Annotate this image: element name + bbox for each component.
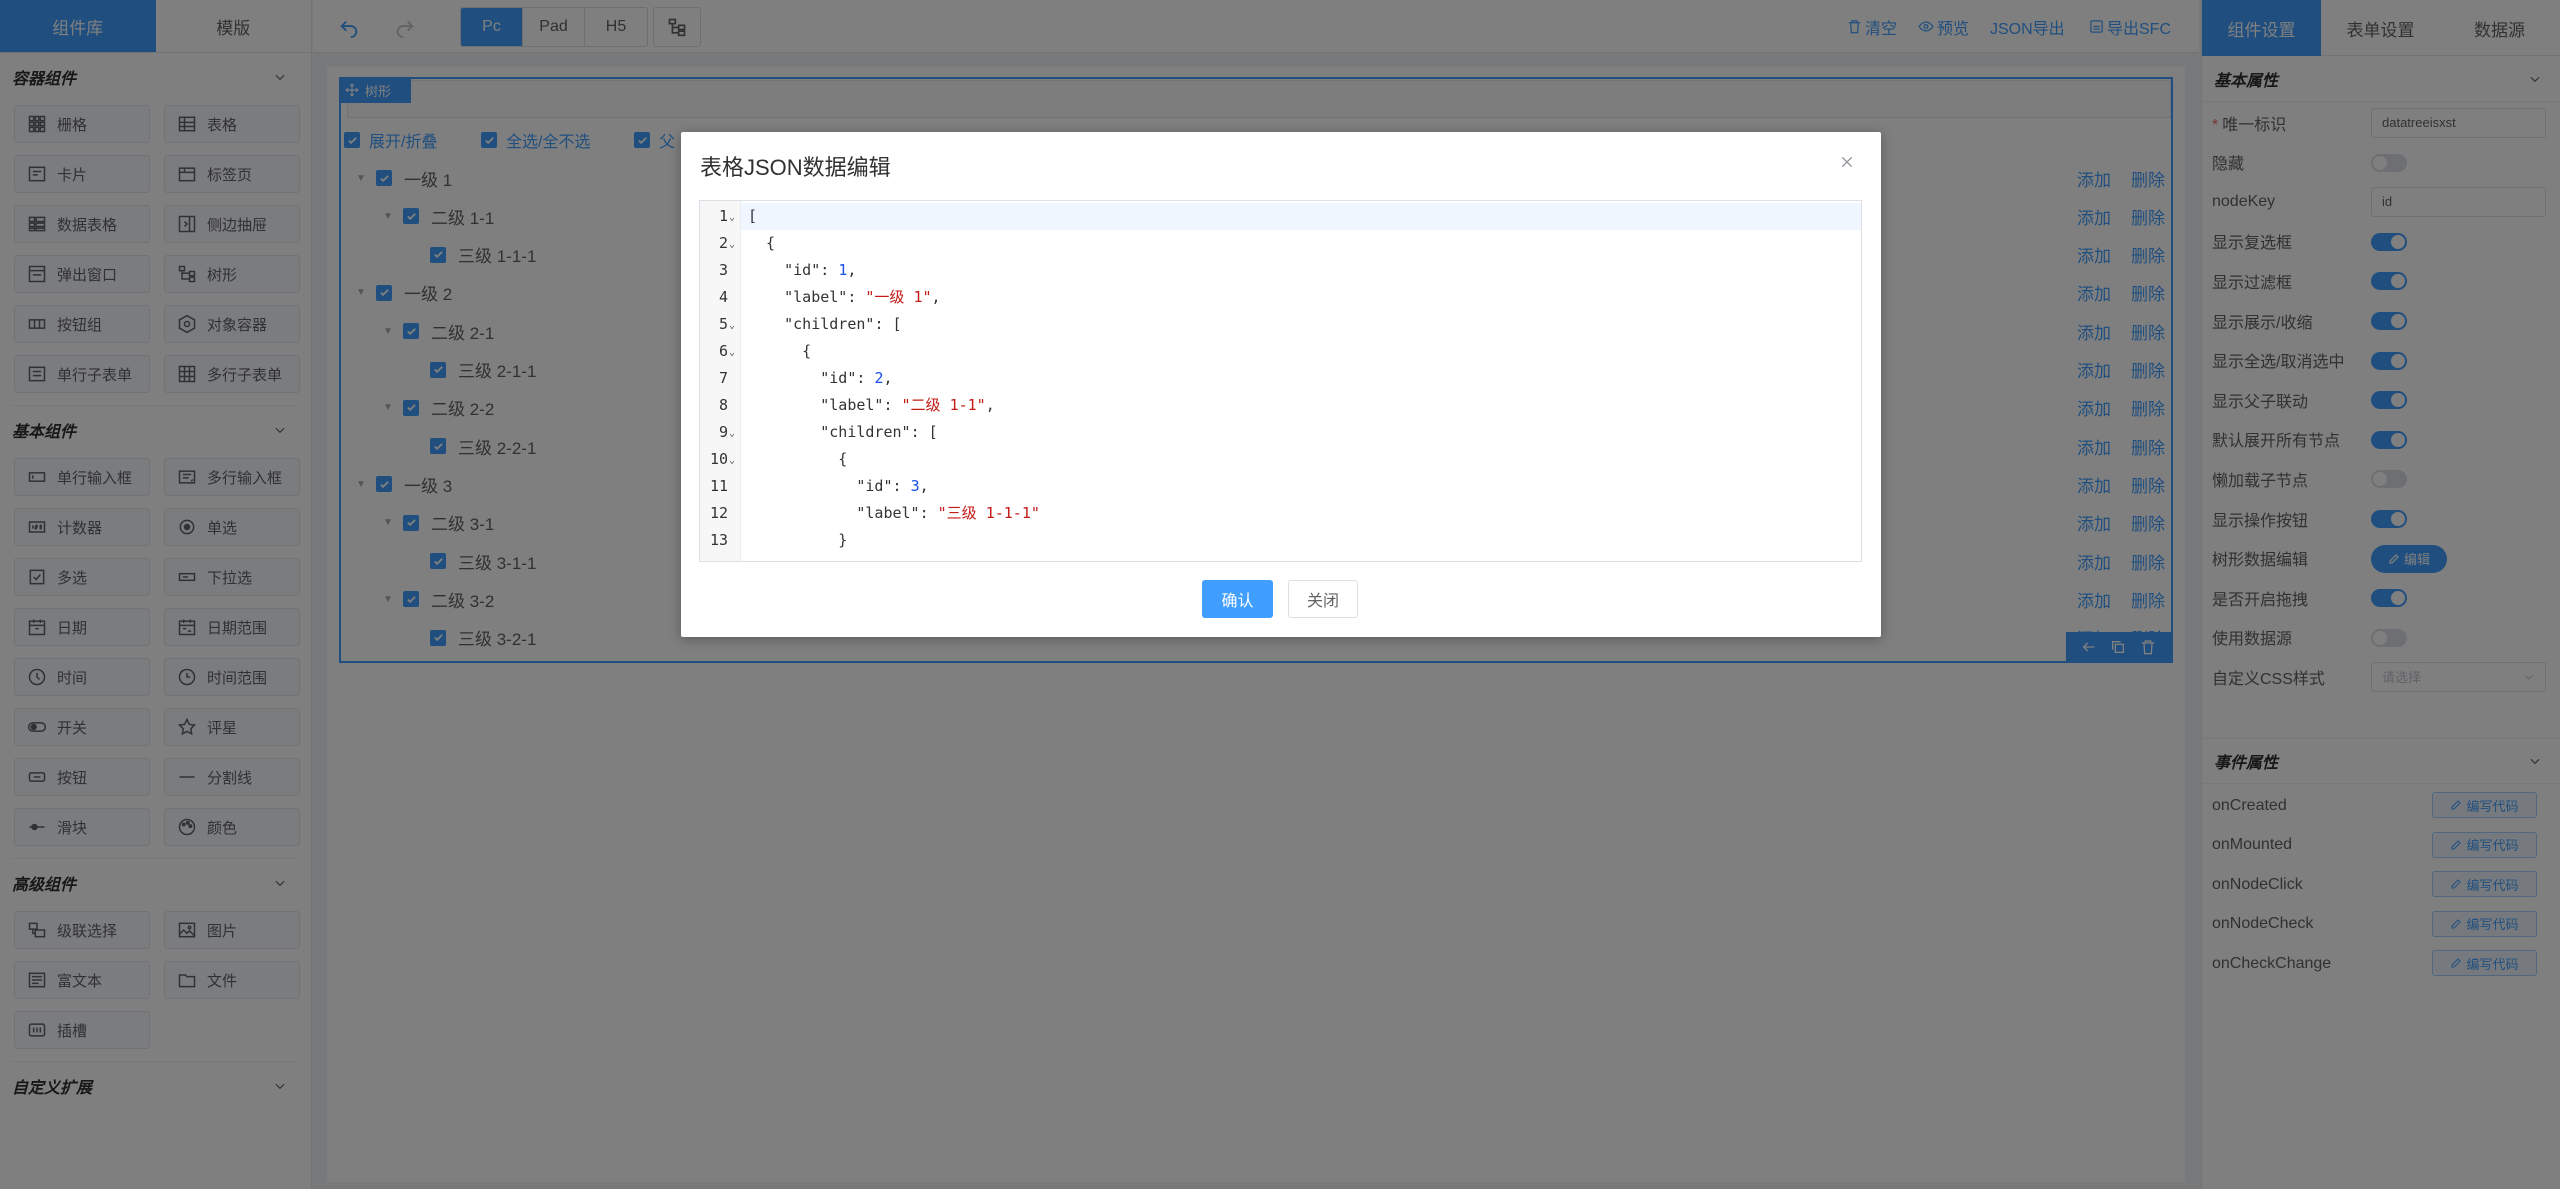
- code-line: [: [748, 207, 758, 225]
- fold-chevron-icon[interactable]: ⌄: [729, 311, 739, 338]
- line-number: 2: [718, 234, 728, 252]
- close-button[interactable]: [1833, 148, 1861, 176]
- code-line: "label": "二级 1-1",: [820, 396, 995, 414]
- fold-chevron-icon[interactable]: ⌄: [729, 446, 739, 473]
- fold-chevron-icon[interactable]: ⌄: [729, 230, 739, 257]
- close-icon: [1841, 156, 1853, 168]
- code-line: "id": 3,: [856, 477, 929, 495]
- code-line: {: [748, 342, 812, 360]
- code-line: "label": "一级 1",: [784, 288, 941, 306]
- line-number: 11: [709, 477, 728, 495]
- line-number: 6: [718, 342, 728, 360]
- line-number: 10: [709, 450, 728, 468]
- fold-chevron-icon[interactable]: ⌄: [729, 203, 739, 230]
- confirm-button[interactable]: 确认: [1202, 580, 1273, 618]
- code-line: "label": "三级 1-1-1": [856, 504, 1040, 522]
- line-number: 4: [718, 288, 728, 306]
- code-line: {: [748, 234, 776, 252]
- json-edit-dialog: 表格JSON数据编辑 1 ⌄[2 ⌄ {3 "id": 1, 4 "label": "…: [681, 132, 1881, 637]
- close-dialog-button[interactable]: 关闭: [1288, 580, 1358, 618]
- line-number: 12: [709, 504, 728, 522]
- line-number: 7: [718, 369, 728, 387]
- fold-chevron-icon[interactable]: ⌄: [729, 419, 739, 446]
- line-number: 5: [718, 315, 728, 333]
- code-line: "id": 2,: [820, 369, 893, 387]
- json-code-editor[interactable]: 1 ⌄[2 ⌄ {3 "id": 1, 4 "label": "一级 1", 5 ⌄ "c…: [699, 200, 1862, 562]
- code-line: {: [748, 450, 848, 468]
- line-number: 13: [709, 531, 728, 549]
- dialog-title: 表格JSON数据编辑: [700, 155, 891, 180]
- code-line: "id": 1,: [784, 261, 857, 279]
- line-number: 1: [718, 207, 728, 225]
- line-number: 8: [718, 396, 728, 414]
- line-number: 9: [718, 423, 728, 441]
- code-line: "children": [: [784, 315, 902, 333]
- code-line: }: [748, 531, 848, 549]
- fold-chevron-icon[interactable]: ⌄: [729, 338, 739, 365]
- active-line-highlight: [700, 203, 1861, 230]
- code-line: "children": [: [820, 423, 938, 441]
- line-number: 3: [718, 261, 728, 279]
